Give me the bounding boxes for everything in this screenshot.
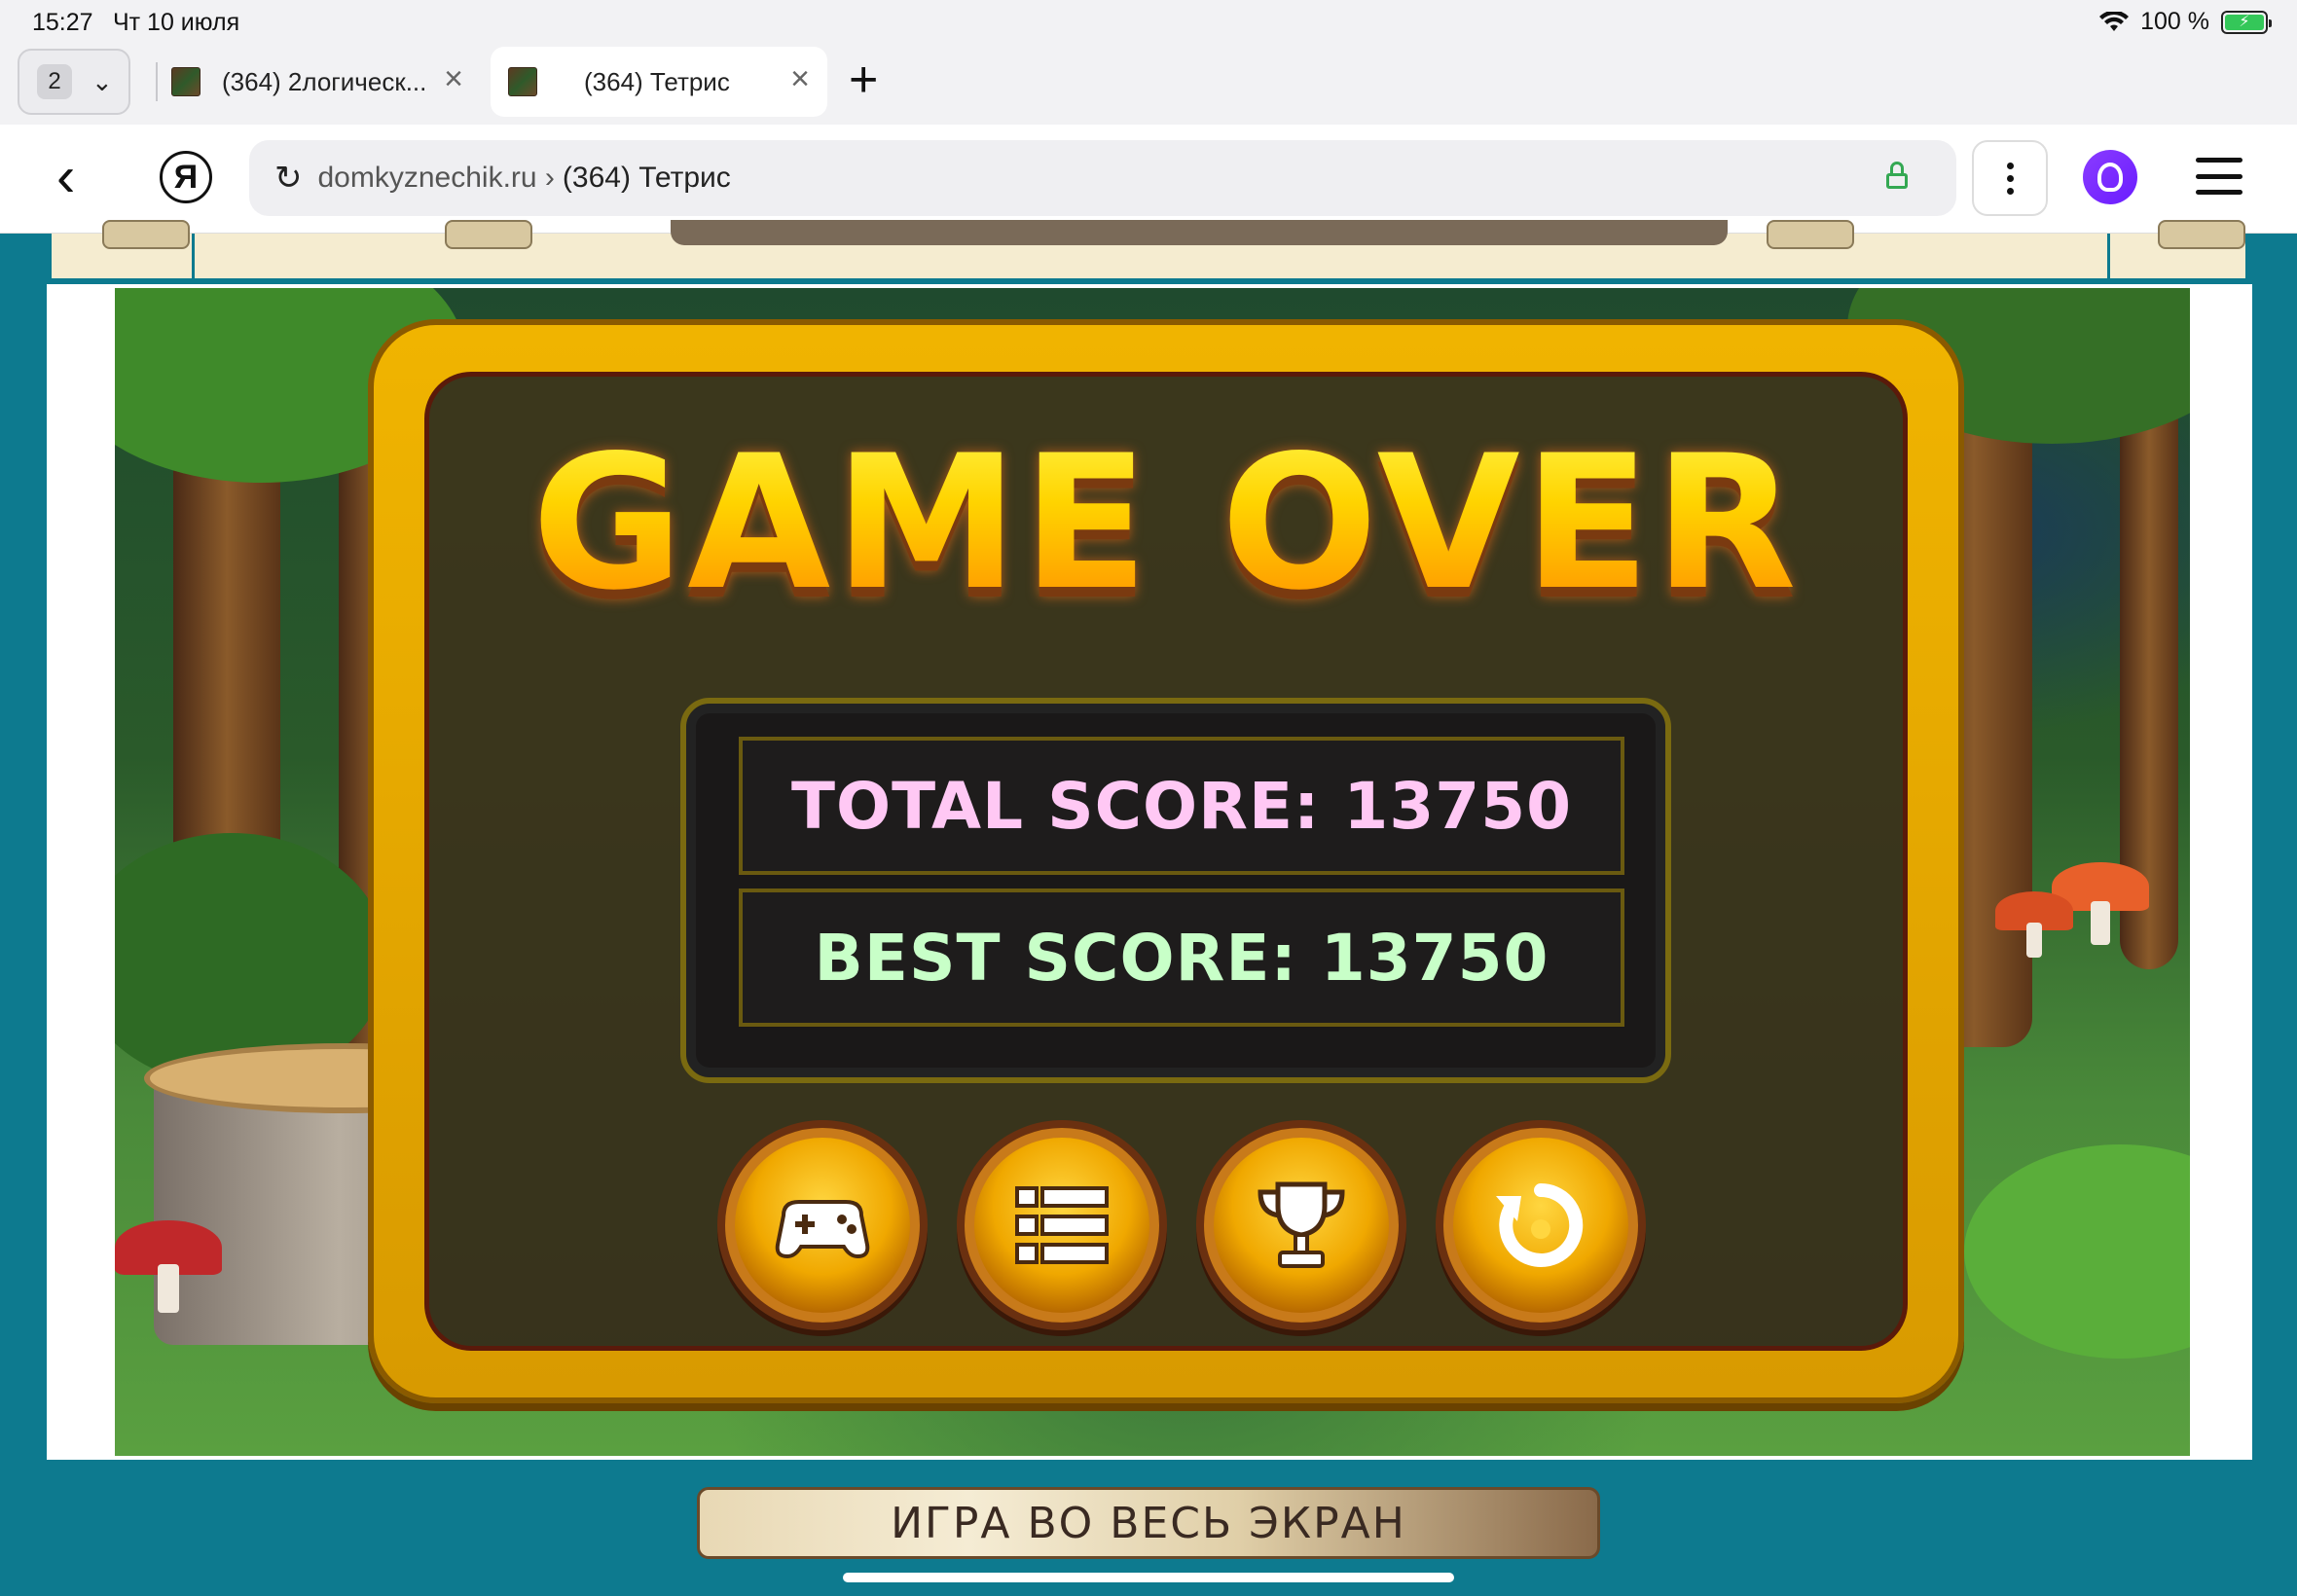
menu-icon[interactable]	[2196, 158, 2242, 195]
close-icon[interactable]: ×	[444, 60, 463, 98]
battery-icon: ⚡	[2221, 10, 2272, 34]
menu-list-button[interactable]	[957, 1120, 1167, 1330]
game-over-title: GAME OVER	[429, 416, 1903, 631]
list-icon	[1015, 1186, 1109, 1264]
wifi-icon	[2099, 11, 2130, 31]
gamepad-icon	[775, 1200, 870, 1259]
toolbar-divider	[2107, 234, 2110, 278]
toolbar-knob	[102, 220, 190, 249]
lock-icon[interactable]	[1886, 162, 1908, 189]
mushroom	[115, 1220, 222, 1314]
game-over-panel-inner: GAME OVER TOTAL SCORE: 13750 BEST SCORE:…	[424, 372, 1908, 1351]
fullscreen-button[interactable]: ИГРА ВО ВЕСЬ ЭКРАН	[697, 1487, 1600, 1559]
leaderboard-button[interactable]	[1196, 1120, 1406, 1330]
best-score: BEST SCORE: 13750	[739, 889, 1624, 1027]
replay-icon	[1496, 1182, 1584, 1267]
reload-icon[interactable]: ↻	[274, 159, 303, 198]
toolbar-bar	[671, 220, 1728, 245]
total-score: TOTAL SCORE: 13750	[739, 737, 1624, 875]
toolbar-divider	[192, 234, 195, 278]
toolbar-knob	[1767, 220, 1854, 249]
clock: 15:27	[32, 9, 93, 36]
date: Чт 10 июля	[113, 9, 240, 36]
navigation-bar: ‹ Я ↻ domkyznechik.ru › (364) Тетрис	[0, 125, 2297, 234]
game-toolbar-strip	[49, 220, 2248, 278]
tab-separator	[156, 62, 158, 101]
chevron-down-icon: ⌄	[91, 66, 113, 96]
tab-logic-games[interactable]: (364) 2логическ... ×	[167, 47, 481, 117]
toolbar-knob	[445, 220, 532, 249]
play-button[interactable]	[717, 1120, 928, 1330]
alice-assistant-icon[interactable]	[2083, 150, 2137, 204]
tab-title: (364) 2логическ...	[222, 66, 427, 96]
tab-count: 2	[37, 64, 72, 99]
toolbar-knob	[2158, 220, 2245, 249]
foliage	[1964, 1144, 2190, 1359]
trophy-icon	[1258, 1181, 1345, 1268]
back-button[interactable]: ‹	[56, 148, 75, 206]
action-buttons	[429, 1120, 1903, 1334]
yandex-logo-icon[interactable]: Я	[160, 151, 212, 203]
favicon-icon	[508, 67, 537, 96]
game-frame: GAME OVER TOTAL SCORE: 13750 BEST SCORE:…	[47, 284, 2252, 1460]
status-right: 100 % ⚡	[2099, 8, 2272, 36]
tab-title: (364) Тетрис	[584, 66, 730, 96]
home-indicator	[843, 1573, 1454, 1582]
favicon-icon	[171, 67, 201, 96]
status-bar: 15:27 Чт 10 июля 100 % ⚡	[0, 0, 2297, 45]
url-page-title: (364) Тетрис	[562, 162, 731, 194]
close-icon[interactable]: ×	[790, 60, 810, 98]
address-bar[interactable]: ↻ domkyznechik.ru › (364) Тетрис	[249, 140, 1956, 216]
score-box: TOTAL SCORE: 13750 BEST SCORE: 13750	[680, 698, 1671, 1083]
tab-count-button[interactable]: 2 ⌄	[18, 49, 130, 115]
url-domain: domkyznechik.ru ›	[317, 162, 555, 194]
mushroom	[1995, 891, 2073, 958]
more-options-button[interactable]	[1972, 140, 2048, 216]
new-tab-button[interactable]: +	[849, 49, 878, 111]
game-over-panel: GAME OVER TOTAL SCORE: 13750 BEST SCORE:…	[368, 319, 1964, 1403]
tab-tetris[interactable]: (364) Тетрис ×	[491, 47, 827, 117]
replay-button[interactable]	[1436, 1120, 1646, 1330]
battery-percent: 100 %	[2140, 8, 2209, 35]
tab-strip: 2 ⌄ (364) 2логическ... × (364) Тетрис × …	[0, 45, 2297, 125]
